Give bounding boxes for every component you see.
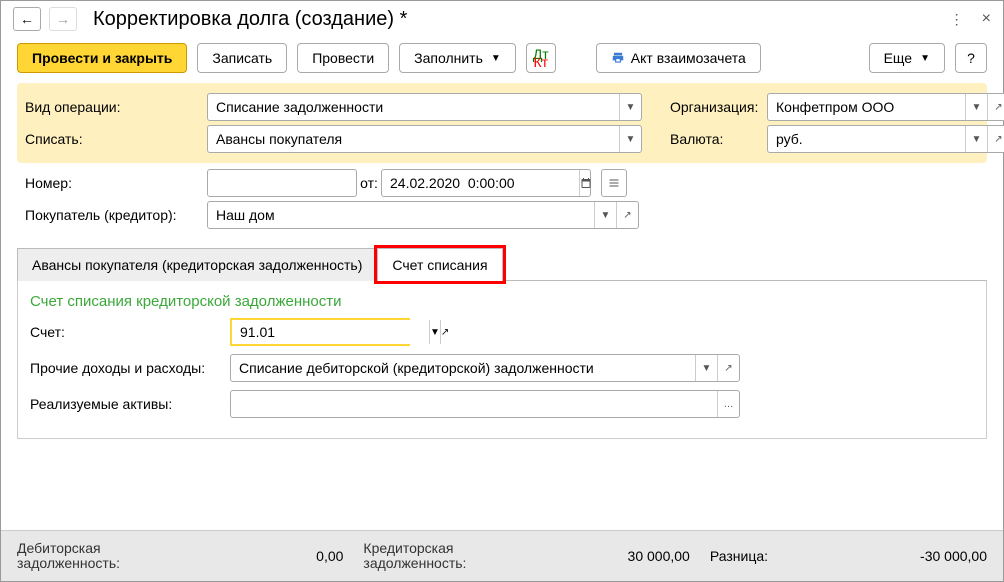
- other-income-label: Прочие доходы и расходы:: [30, 360, 230, 376]
- dropdown-icon[interactable]: ▼: [429, 320, 440, 344]
- account-input[interactable]: [232, 320, 429, 344]
- dropdown-icon[interactable]: ▼: [965, 94, 987, 120]
- open-icon[interactable]: ↗: [717, 355, 739, 381]
- dropdown-icon[interactable]: ▼: [619, 94, 641, 120]
- writeoff-label: Списать:: [17, 131, 207, 147]
- dropdown-icon[interactable]: ▼: [619, 126, 641, 152]
- org-input[interactable]: [768, 94, 965, 120]
- assets-label: Реализуемые активы:: [30, 396, 230, 412]
- dropdown-icon[interactable]: ▼: [965, 126, 987, 152]
- nav-forward-button[interactable]: →: [49, 7, 77, 31]
- nav-back-button[interactable]: ←: [13, 7, 41, 31]
- org-label: Организация:: [662, 99, 767, 115]
- calendar-icon[interactable]: [579, 170, 592, 196]
- diff-value: -30 000,00: [920, 548, 987, 564]
- op-type-label: Вид операции:: [17, 99, 207, 115]
- dropdown-icon[interactable]: ▼: [695, 355, 717, 381]
- diff-label: Разница:: [710, 548, 768, 564]
- page-title: Корректировка долга (создание) *: [93, 8, 407, 31]
- credit-value: 30 000,00: [628, 548, 690, 564]
- credit-label: Кредиторскаязадолженность:: [363, 541, 466, 571]
- tab-advances[interactable]: Авансы покупателя (кредиторская задолжен…: [17, 248, 377, 281]
- help-button[interactable]: ?: [955, 43, 987, 73]
- tab-writeoff-account[interactable]: Счет списания: [377, 248, 502, 281]
- open-icon[interactable]: ↗: [987, 94, 1004, 120]
- op-type-input[interactable]: [208, 94, 619, 120]
- number-label: Номер:: [17, 175, 207, 191]
- printer-icon: [611, 51, 625, 65]
- post-button[interactable]: Провести: [297, 43, 389, 73]
- open-icon[interactable]: ↗: [616, 202, 638, 228]
- currency-input[interactable]: [768, 126, 965, 152]
- open-icon[interactable]: ↗: [440, 320, 449, 344]
- currency-label: Валюта:: [662, 131, 767, 147]
- post-and-close-button[interactable]: Провести и закрыть: [17, 43, 187, 73]
- section-title: Счет списания кредиторской задолженности: [30, 293, 974, 310]
- assets-input[interactable]: [231, 391, 717, 417]
- dtkt-button[interactable]: ДтКт: [526, 43, 556, 73]
- dropdown-icon[interactable]: ▼: [594, 202, 616, 228]
- writeoff-input[interactable]: [208, 126, 619, 152]
- date-input[interactable]: [382, 170, 579, 196]
- buyer-input[interactable]: [208, 202, 594, 228]
- open-icon[interactable]: ↗: [987, 126, 1004, 152]
- chevron-down-icon: ▼: [920, 53, 930, 64]
- ellipsis-icon[interactable]: …: [717, 391, 739, 417]
- date-label: от:: [357, 175, 381, 191]
- buyer-label: Покупатель (кредитор):: [17, 207, 207, 223]
- debit-value: 0,00: [316, 548, 343, 564]
- other-income-input[interactable]: [231, 355, 695, 381]
- list-icon-button[interactable]: [601, 169, 627, 197]
- more-button[interactable]: Еще▼: [869, 43, 945, 73]
- chevron-down-icon: ▼: [491, 53, 501, 64]
- fill-button[interactable]: Заполнить▼: [399, 43, 516, 73]
- offset-act-button[interactable]: Акт взаимозачета: [596, 43, 761, 73]
- kebab-icon[interactable]: ⋮: [950, 11, 964, 28]
- account-label: Счет:: [30, 324, 230, 340]
- save-button[interactable]: Записать: [197, 43, 287, 73]
- close-icon[interactable]: ×: [982, 10, 991, 28]
- debit-label: Дебиторскаязадолженность:: [17, 541, 120, 571]
